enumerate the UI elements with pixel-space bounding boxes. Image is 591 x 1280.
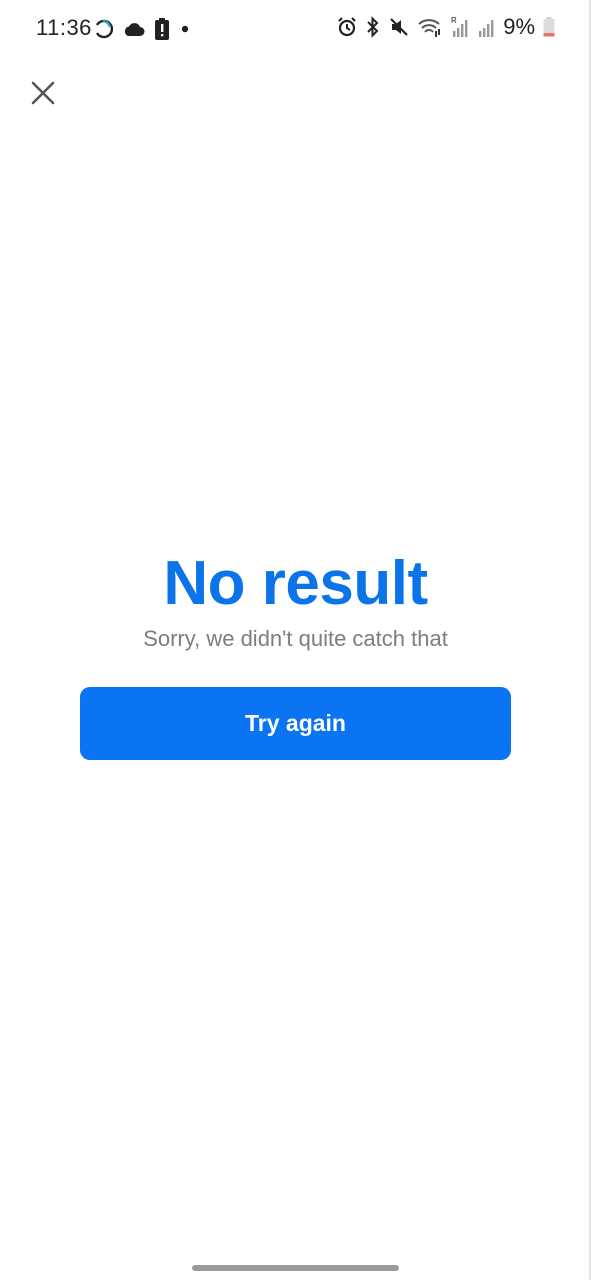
home-indicator[interactable] [192, 1265, 399, 1271]
try-again-button[interactable]: Try again [80, 687, 511, 760]
status-left-icons [93, 18, 191, 40]
try-again-label: Try again [245, 710, 346, 736]
close-button[interactable] [24, 74, 62, 112]
signal-icon: R [451, 16, 469, 38]
mute-icon [389, 17, 409, 37]
battery-icon [543, 17, 555, 37]
bluetooth-icon [365, 16, 381, 38]
page-title: No result [163, 549, 428, 618]
svg-text:R: R [451, 16, 457, 25]
status-time: 11:36 [36, 15, 92, 40]
alert-battery-icon [155, 18, 169, 40]
wifi-icon [417, 16, 443, 38]
cloud-icon [123, 21, 145, 37]
close-icon [30, 80, 56, 106]
status-right-icons: R 9% [337, 14, 555, 40]
page-subtitle: Sorry, we didn't quite catch that [143, 626, 448, 651]
sync-icon [93, 19, 113, 39]
alarm-icon [337, 17, 357, 37]
signal-icon-2 [477, 16, 495, 38]
battery-percent: 9% [503, 14, 535, 39]
status-bar: 11:36 R 9% [0, 0, 589, 58]
dot-icon [179, 23, 191, 35]
